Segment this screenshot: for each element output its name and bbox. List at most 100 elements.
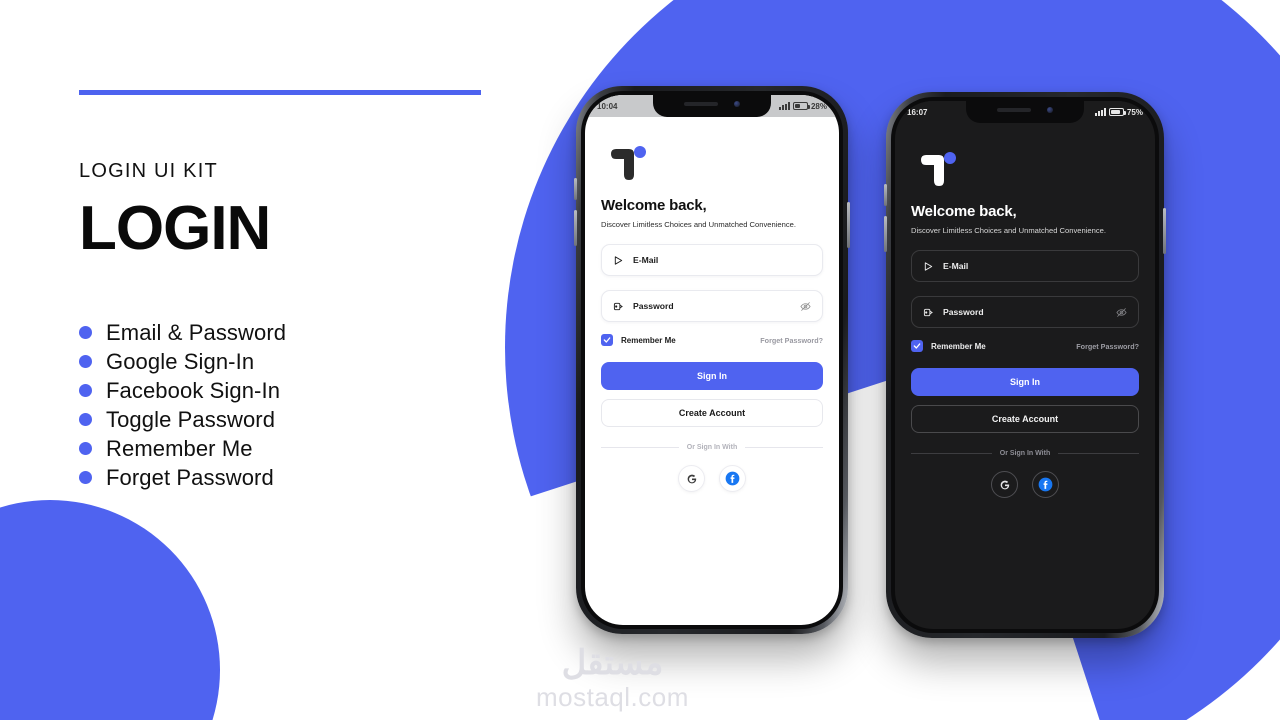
google-sign-in-button[interactable] bbox=[991, 471, 1018, 499]
remember-me-checkbox[interactable] bbox=[911, 340, 923, 353]
bullet-dot-icon bbox=[79, 326, 92, 339]
feature-label: Forget Password bbox=[106, 464, 274, 490]
welcome-subtitle: Discover Limitless Choices and Unmatched… bbox=[911, 226, 1106, 235]
logo-mark-icon bbox=[921, 152, 956, 186]
create-account-button[interactable]: Create Account bbox=[911, 405, 1139, 434]
battery-icon bbox=[1108, 108, 1126, 116]
password-placeholder: Password bbox=[943, 307, 984, 318]
app-screen-light: 10:04 28% Welcome back, Discover Limitle… bbox=[585, 95, 839, 625]
bullet-dot-icon bbox=[79, 442, 92, 455]
list-item: Facebook Sign-In bbox=[79, 376, 286, 405]
sign-in-button[interactable]: Sign In bbox=[601, 362, 823, 391]
logo-mark-icon bbox=[611, 146, 646, 180]
divider-line-right bbox=[745, 447, 823, 449]
google-icon bbox=[687, 474, 697, 484]
remember-row: Remember Me Forget Password? bbox=[601, 334, 823, 347]
bullet-dot-icon bbox=[79, 355, 92, 368]
facebook-sign-in-button[interactable] bbox=[1032, 471, 1059, 499]
power-button[interactable] bbox=[847, 202, 850, 248]
facebook-sign-in-button[interactable] bbox=[719, 465, 746, 493]
volume-up-button[interactable] bbox=[884, 184, 887, 206]
feature-label: Google Sign-In bbox=[106, 348, 255, 374]
front-camera-icon bbox=[1047, 107, 1053, 113]
remember-me-label: Remember Me bbox=[931, 341, 986, 351]
email-placeholder: E-Mail bbox=[633, 255, 659, 266]
feature-label: Toggle Password bbox=[106, 406, 276, 432]
kicker-text: LOGIN UI KIT bbox=[79, 160, 218, 182]
eye-off-icon[interactable] bbox=[1116, 307, 1127, 318]
email-placeholder: E-Mail bbox=[943, 261, 969, 272]
phone-mockup-light: 10:04 28% Welcome back, Discover Limitle… bbox=[574, 86, 850, 634]
status-bar: 16:07 75% bbox=[895, 101, 1155, 123]
list-item: Toggle Password bbox=[79, 405, 286, 434]
signal-bars-icon bbox=[778, 102, 790, 110]
app-logo bbox=[601, 139, 823, 185]
accent-rule bbox=[79, 90, 481, 95]
bullet-dot-icon bbox=[79, 471, 92, 484]
app-logo bbox=[911, 145, 1139, 191]
earpiece-speaker-icon bbox=[684, 102, 718, 106]
eye-off-icon[interactable] bbox=[800, 301, 811, 312]
page-title: LOGIN bbox=[79, 194, 271, 263]
volume-down-button[interactable] bbox=[884, 216, 887, 252]
password-field[interactable]: Password bbox=[601, 290, 823, 323]
list-item: Google Sign-In bbox=[79, 347, 286, 376]
remember-me-checkbox[interactable] bbox=[601, 334, 613, 347]
feature-label: Email & Password bbox=[106, 319, 287, 345]
forget-password-link[interactable]: Forget Password? bbox=[1076, 342, 1139, 351]
battery-percent: 28% bbox=[810, 101, 827, 111]
battery-icon bbox=[792, 102, 810, 110]
facebook-icon bbox=[1038, 478, 1053, 492]
earpiece-speaker-icon bbox=[997, 108, 1031, 112]
volume-up-button[interactable] bbox=[574, 178, 577, 200]
feature-label: Remember Me bbox=[106, 435, 253, 461]
send-mail-icon bbox=[924, 262, 933, 271]
app-screen-dark: 16:07 75% Welcome back, Discover Limitle… bbox=[895, 101, 1155, 629]
list-item: Email & Password bbox=[79, 318, 286, 347]
check-icon bbox=[603, 337, 611, 344]
feature-list: Email & Password Google Sign-In Facebook… bbox=[79, 318, 286, 492]
check-icon bbox=[913, 343, 921, 350]
notch bbox=[653, 95, 771, 117]
bullet-dot-icon bbox=[79, 384, 92, 397]
email-field[interactable]: E-Mail bbox=[601, 244, 823, 277]
front-camera-icon bbox=[734, 101, 740, 107]
remember-row: Remember Me Forget Password? bbox=[911, 340, 1139, 353]
social-divider: Or Sign In With bbox=[601, 444, 823, 451]
divider-label: Or Sign In With bbox=[999, 450, 1051, 458]
password-field[interactable]: Password bbox=[911, 296, 1139, 329]
lock-icon bbox=[923, 308, 933, 317]
create-account-button[interactable]: Create Account bbox=[601, 399, 823, 428]
password-placeholder: Password bbox=[633, 301, 674, 312]
list-item: Forget Password bbox=[79, 463, 286, 492]
left-info-panel: LOGIN UI KIT LOGIN Email & Password Goog… bbox=[79, 0, 499, 720]
feature-label: Facebook Sign-In bbox=[106, 377, 281, 403]
volume-down-button[interactable] bbox=[574, 210, 577, 246]
social-login-row bbox=[911, 471, 1139, 499]
google-sign-in-button[interactable] bbox=[678, 465, 705, 493]
welcome-subtitle: Discover Limitless Choices and Unmatched… bbox=[601, 220, 796, 229]
power-button[interactable] bbox=[1163, 208, 1166, 254]
status-time: 10:04 bbox=[597, 101, 618, 111]
divider-line-left bbox=[601, 447, 679, 449]
facebook-icon bbox=[725, 472, 740, 486]
signal-bars-icon bbox=[1094, 108, 1106, 116]
forget-password-link[interactable]: Forget Password? bbox=[760, 336, 823, 345]
divider-line-right bbox=[1058, 453, 1139, 455]
phone-mockup-dark: 16:07 75% Welcome back, Discover Limitle… bbox=[884, 92, 1166, 638]
google-icon bbox=[1000, 480, 1010, 490]
welcome-title: Welcome back, bbox=[601, 197, 707, 214]
email-field[interactable]: E-Mail bbox=[911, 250, 1139, 283]
social-login-row bbox=[601, 465, 823, 493]
notch bbox=[966, 101, 1084, 123]
social-divider: Or Sign In With bbox=[911, 450, 1139, 457]
status-time: 16:07 bbox=[907, 107, 928, 117]
sign-in-button[interactable]: Sign In bbox=[911, 368, 1139, 397]
list-item: Remember Me bbox=[79, 434, 286, 463]
divider-label: Or Sign In With bbox=[686, 444, 738, 452]
bullet-dot-icon bbox=[79, 413, 92, 426]
remember-me-label: Remember Me bbox=[621, 335, 676, 345]
battery-percent: 75% bbox=[1126, 107, 1143, 117]
welcome-title: Welcome back, bbox=[911, 203, 1017, 220]
status-bar: 10:04 28% bbox=[585, 95, 839, 117]
